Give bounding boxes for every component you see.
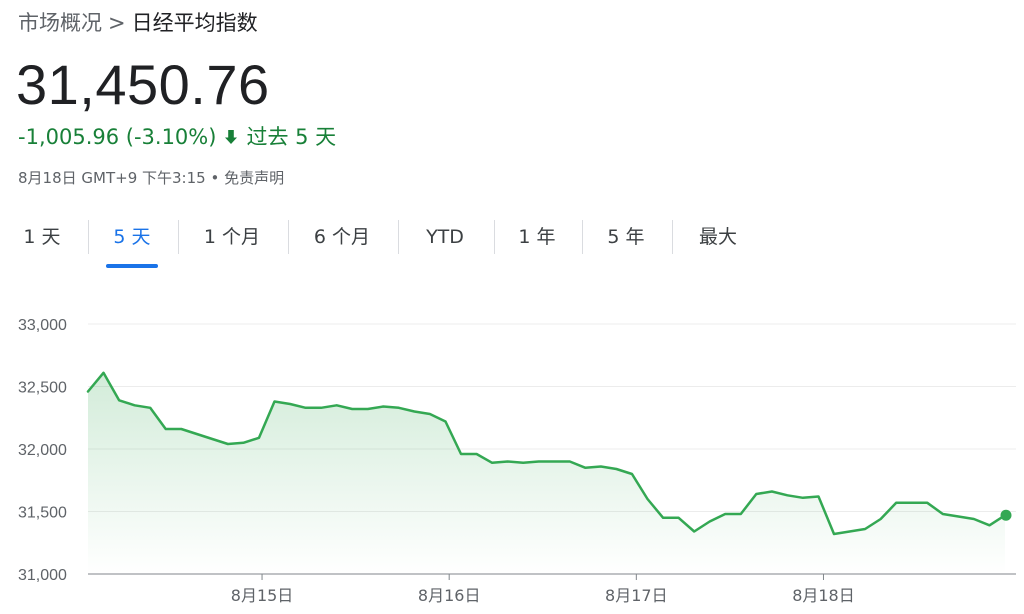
latest-price-point: [1000, 509, 1012, 521]
x-tick-label: 8月17日: [605, 586, 668, 605]
active-tab-indicator: [106, 264, 158, 268]
tab-divider: [88, 220, 89, 254]
price-chart[interactable]: 31,000 31,500 32,000 32,500 33,000 8月15日 8月16日…: [0, 300, 1024, 614]
range-tabs: 1 天 5 天 1 个月 6 个月 YTD 1 年 5 年 最大: [0, 214, 1024, 268]
tab-divider: [288, 220, 289, 254]
tab-divider: [178, 220, 179, 254]
breadcrumb-separator: >: [108, 11, 126, 35]
breadcrumb-current: 日经平均指数: [131, 11, 258, 35]
y-tick-label: 32,000: [18, 442, 67, 459]
x-tick-label: 8月15日: [231, 586, 294, 605]
change-period: 过去 5 天: [246, 125, 337, 149]
y-tick-label: 33,000: [18, 317, 67, 334]
timestamp-disclaimer[interactable]: 8月18日 GMT+9 下午3:15 • 免责声明: [18, 166, 284, 190]
y-tick-label: 31,500: [18, 505, 67, 522]
x-tick-label: 8月18日: [792, 586, 855, 605]
tab-5-years[interactable]: 5 年: [605, 214, 647, 260]
price-change: -1,005.96 (-3.10%) 过去 5 天: [18, 122, 336, 152]
breadcrumb-market-overview-link[interactable]: 市场概况: [18, 11, 102, 35]
y-tick-label: 31,000: [18, 567, 67, 584]
change-value: -1,005.96 (-3.10%): [18, 125, 217, 149]
arrow-down-icon: [224, 129, 238, 145]
price-area-fill: [88, 372, 1005, 574]
tab-1-month[interactable]: 1 个月: [197, 214, 267, 260]
tab-1-day[interactable]: 1 天: [22, 214, 62, 260]
tab-divider: [494, 220, 495, 254]
tab-1-year[interactable]: 1 年: [516, 214, 558, 260]
x-tick-label: 8月16日: [418, 586, 481, 605]
tab-5-days[interactable]: 5 天: [106, 214, 158, 268]
index-price: 31,450.76: [16, 53, 270, 116]
tab-ytd[interactable]: YTD: [420, 214, 470, 260]
y-tick-label: 32,500: [18, 380, 67, 397]
tab-divider: [582, 220, 583, 254]
tab-divider: [398, 220, 399, 254]
breadcrumb: 市场概况 > 日经平均指数: [18, 8, 258, 38]
tab-divider: [672, 220, 673, 254]
tab-max[interactable]: 最大: [695, 214, 741, 260]
tab-6-months[interactable]: 6 个月: [307, 214, 377, 260]
